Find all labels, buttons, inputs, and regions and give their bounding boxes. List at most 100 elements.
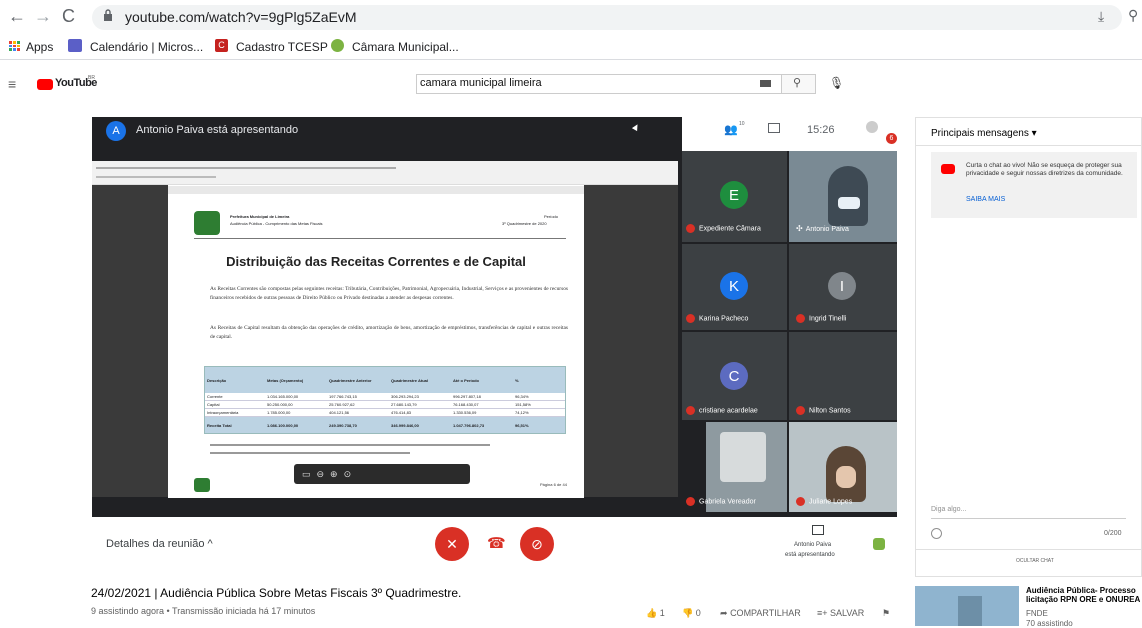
shared-menu-text (96, 176, 216, 178)
chat-header[interactable]: Principais mensagens ▾ (931, 128, 1037, 139)
like-icon: 👍 (646, 608, 658, 618)
url-text: youtube.com/watch?v=9gPlg5ZaEvM (125, 9, 357, 25)
share-icon: ➦ (720, 608, 728, 618)
camara-icon (331, 39, 344, 52)
install-icon[interactable]: ⤓ (1098, 8, 1104, 25)
table-cell: 96,51% (515, 422, 529, 428)
slide-paragraph-2: As Receitas de Capital resultam da obten… (210, 325, 568, 340)
table-cell: 996.297.807,18 (453, 394, 481, 399)
participant-avatar: C (720, 362, 748, 390)
table-header-cell: % (515, 377, 519, 383)
table-cell: 476.414,83 (391, 410, 412, 415)
back-icon[interactable]: ← (8, 6, 26, 27)
lock-icon (104, 9, 112, 21)
emoji-icon[interactable] (931, 528, 942, 539)
share-button[interactable]: ➦ COMPARTILHAR (720, 608, 801, 619)
related-channel: FNDE (1026, 609, 1048, 618)
slide-period-label: Período (544, 214, 559, 219)
chat-divider (915, 549, 1142, 550)
table-cell: 74,12% (515, 410, 529, 415)
thumbnail-building (958, 596, 982, 626)
camara-seal-icon (873, 538, 885, 550)
table-header-cell: Quadrimestre Atual (391, 377, 428, 383)
hangup-button[interactable]: ☎ (487, 534, 506, 552)
search-value: camara municipal limeira (420, 77, 542, 89)
dislike-icon: 👎 (682, 608, 694, 618)
mic-off-button[interactable]: ✕ (435, 527, 469, 561)
table-row: Capital 50.250.000,00 25.760.927,62 27.6… (205, 401, 565, 409)
table-cell: 76.168.430,07 (453, 402, 479, 407)
slide-period-value: 3º Quadrimestre de 2020 (502, 221, 547, 226)
zoom-icon[interactable]: ⚲ (1128, 7, 1138, 24)
participant-count: 10 (739, 121, 745, 127)
like-button[interactable]: 👍 1 (646, 608, 665, 619)
bookmark-apps[interactable]: Apps (26, 40, 53, 54)
people-icon[interactable]: 👥 (724, 123, 738, 136)
microphone-icon[interactable]: 🎙 (829, 76, 844, 90)
chat-input[interactable]: Diga algo... (931, 506, 966, 513)
hide-chat-button[interactable]: OCULTAR CHAT (1016, 558, 1054, 564)
menu-icon[interactable]: ≡ (8, 76, 16, 92)
apps-grid-icon (9, 41, 20, 51)
slide-margin-right (584, 185, 678, 497)
shared-browser-titlebar (92, 161, 678, 185)
forward-icon[interactable]: → (34, 6, 52, 27)
chat-counter: 0/200 (1104, 530, 1122, 537)
slide-heading: Distribuição das Receitas Correntes e de… (226, 254, 526, 269)
pdf-toolbar-icons[interactable]: ▭⊖⊕⊙ (302, 469, 357, 480)
saiba-mais-link[interactable]: SAIBA MAIS (966, 196, 1005, 203)
reload-icon[interactable]: C (62, 6, 75, 27)
table-cell: 346.999.846,00 (391, 422, 419, 428)
table-cell: 25.760.927,62 (329, 402, 355, 407)
meeting-details[interactable]: Detalhes da reunião ^ (106, 538, 213, 550)
participant-name: Nilton Santos (796, 406, 851, 415)
video-meta: 9 assistindo agora • Transmissão iniciad… (91, 606, 316, 616)
table-header-row: Descrição Metas (Orçamento) Quadrimestre… (205, 367, 565, 393)
participant-video-scene (720, 432, 766, 482)
limeira-crest-icon (194, 211, 220, 235)
keyboard-icon[interactable] (760, 80, 771, 87)
table-cell: 27.680.143,79 (391, 402, 417, 407)
teams-icon (68, 39, 82, 52)
user-avatar[interactable] (866, 121, 878, 133)
participant-name: ✣ Antonio Paiva (796, 224, 849, 233)
present-icon[interactable] (812, 525, 824, 535)
table-total-row: Receita Total 1.086.100.000,00 249.390.7… (205, 417, 565, 433)
youtube-logo-icon[interactable] (37, 79, 53, 90)
table-row: Corrente 1.034.165.000,00 197.766.743,15… (205, 393, 565, 401)
chat-icon[interactable] (768, 123, 780, 133)
table-cell: 1.086.100.000,00 (267, 422, 299, 428)
face-mask (838, 197, 860, 209)
tcesp-icon: C (215, 39, 228, 52)
bookmark-tcesp[interactable]: Cadastro TCESP (236, 40, 328, 54)
slide-org: Prefeitura Municipal de Limeira (230, 214, 290, 219)
table-cell: 1.047.796.802,73 (453, 422, 485, 428)
dislike-button[interactable]: 👎 0 (682, 608, 701, 619)
participant-name: Ingrid Tinelli (796, 314, 846, 323)
table-note-2 (210, 452, 410, 454)
save-button[interactable]: ≡+ SALVAR (817, 608, 864, 618)
participant-name: Gabriela Vereador (686, 497, 756, 506)
presenting-name: Antonio Paiva (794, 542, 832, 548)
flag-icon[interactable]: ⚑ (882, 608, 890, 619)
video-title: 24/02/2021 | Audiência Pública Sobre Met… (91, 586, 462, 600)
participant-name: Karina Pacheco (686, 314, 748, 323)
presenting-sub: está apresentando (785, 552, 835, 558)
related-views: 70 assistindo (1026, 619, 1073, 628)
bookmark-calendario[interactable]: Calendário | Micros... (90, 40, 203, 54)
table-header-cell: Quadrimestre Anterior (329, 377, 372, 383)
table-cell: 404.121,56 (329, 410, 350, 415)
participant-name: Expediente Câmara (686, 224, 761, 233)
search-icon: ⚲ (793, 77, 802, 89)
table-cell: Receita Total (207, 422, 232, 428)
participant-face (836, 466, 856, 488)
footer-crest-icon (194, 478, 210, 492)
camera-off-button[interactable]: ⊘ (520, 527, 554, 561)
related-title[interactable]: Audiência Pública- Processo licitação RP… (1026, 586, 1142, 604)
region-code: BR (88, 75, 95, 81)
bookmark-camara[interactable]: Câmara Municipal... (352, 40, 459, 54)
meet-clock: 15:26 (807, 124, 835, 136)
table-cell: 151,58% (515, 402, 531, 407)
table-cell: 1.785.000,00 (267, 410, 291, 415)
youtube-icon (941, 164, 955, 174)
